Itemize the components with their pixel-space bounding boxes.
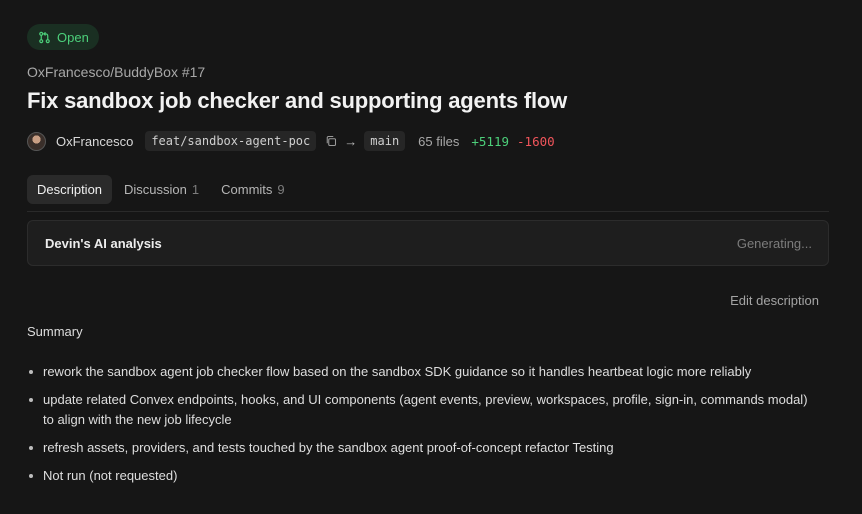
list-item: refresh assets, providers, and tests tou… [27, 438, 817, 458]
list-item: update related Convex endpoints, hooks, … [27, 390, 817, 430]
tab-bar: Description Discussion 1 Commits 9 [27, 175, 829, 212]
repo-reference[interactable]: OxFrancesco/BuddyBox #17 [27, 64, 205, 80]
author-name[interactable]: OxFrancesco [56, 134, 133, 149]
tab-label: Description [37, 182, 103, 197]
tab-description[interactable]: Description [27, 175, 113, 204]
git-pull-request-icon [38, 31, 51, 44]
ai-analysis-title: Devin's AI analysis [45, 235, 162, 251]
tab-count: 1 [191, 182, 200, 197]
copy-icon[interactable] [325, 135, 337, 147]
tab-label: Commits [221, 182, 273, 197]
source-branch[interactable]: feat/sandbox-agent-poc [145, 131, 317, 151]
target-branch[interactable]: main [364, 131, 406, 151]
tab-commits[interactable]: Commits 9 [211, 175, 295, 204]
list-item: Not run (not requested) [27, 466, 817, 486]
summary-list: rework the sandbox agent job checker flo… [27, 362, 817, 494]
ai-analysis-panel[interactable]: Devin's AI analysis Generating... [27, 220, 829, 266]
status-badge: Open [27, 24, 99, 50]
deletions-count: -1600 [517, 133, 555, 149]
pr-meta-row: OxFrancesco feat/sandbox-agent-poc → mai… [27, 131, 555, 151]
status-label: Open [57, 29, 89, 45]
tab-discussion[interactable]: Discussion 1 [114, 175, 209, 204]
avatar[interactable] [27, 131, 46, 151]
summary-heading: Summary [27, 324, 83, 339]
tab-label: Discussion [124, 182, 187, 197]
list-item: rework the sandbox agent job checker flo… [27, 362, 817, 382]
edit-description-button[interactable]: Edit description [730, 293, 819, 308]
page-title: Fix sandbox job checker and supporting a… [27, 88, 568, 113]
ai-analysis-status: Generating... [736, 235, 812, 251]
tab-count: 9 [277, 182, 285, 197]
arrow-right-icon: → [344, 133, 358, 149]
files-changed[interactable]: 65 files [418, 134, 459, 149]
additions-count: +5119 [471, 133, 510, 149]
